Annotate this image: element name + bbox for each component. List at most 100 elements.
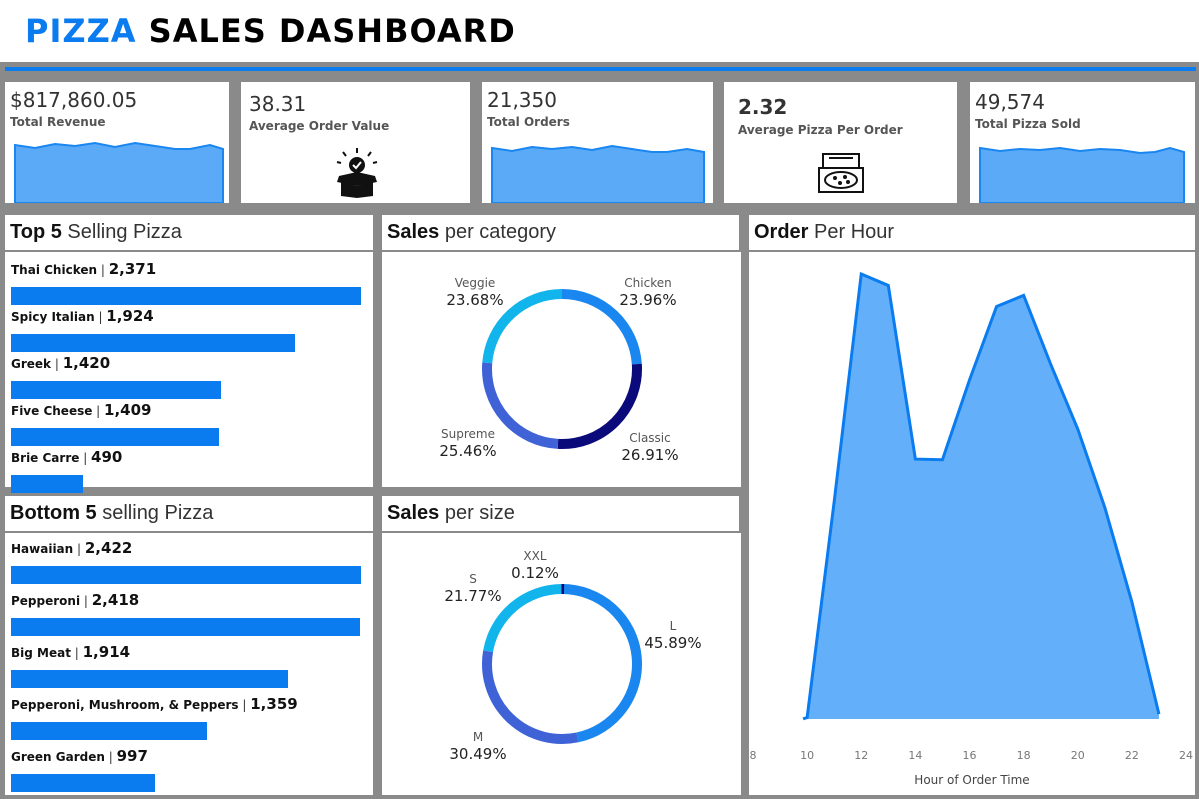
data-point[interactable] [1101, 503, 1109, 511]
bar-label: Hawaiian | 2,422 [11, 539, 133, 557]
kpi-value: 38.31 [249, 92, 307, 116]
slice-percent-label: 21.77% [444, 587, 501, 605]
data-point[interactable] [911, 455, 919, 463]
pizza-quantity: 2,418 [91, 591, 140, 609]
donut-slice-m[interactable] [482, 650, 579, 744]
bar[interactable] [11, 722, 207, 740]
data-point[interactable] [1047, 360, 1055, 368]
bar-label: Thai Chicken | 2,371 [11, 260, 157, 278]
x-tick-label: 22 [1125, 749, 1139, 762]
pizza-name: Pepperoni, Mushroom, & Peppers [11, 698, 239, 712]
kpi-card-avg-order-value: 38.31 Average Order Value [241, 82, 470, 203]
bar[interactable] [11, 287, 361, 305]
sparkline [979, 146, 1185, 203]
kpi-label: Average Pizza Per Order [738, 123, 903, 137]
bar[interactable] [11, 670, 288, 688]
x-axis-title: Hour of Order Time [914, 773, 1029, 787]
slice-percent-label: 23.68% [446, 291, 503, 309]
bar[interactable] [11, 428, 219, 446]
slice-name-label: Chicken [624, 276, 671, 290]
bar[interactable] [11, 774, 155, 792]
x-tick-label: 8 [750, 749, 757, 762]
category-donut-chart: Chicken23.96% Classic26.91% Supreme25.46% V… [439, 276, 678, 464]
bar-label: Greek | 1,420 [11, 354, 111, 372]
box-check-icon [336, 148, 378, 198]
bar-label: Five Cheese | 1,409 [11, 401, 152, 419]
pizza-quantity: 2,422 [84, 539, 133, 557]
data-point[interactable] [1128, 598, 1136, 606]
bottom5-header: Bottom 5 selling Pizza [5, 496, 373, 531]
bar-label: Big Meat | 1,914 [11, 643, 131, 661]
hourly-header: Order Per Hour [749, 215, 1195, 250]
x-tick-label: 16 [963, 749, 977, 762]
bar[interactable] [11, 566, 361, 584]
kpi-card-total-pizza-sold: 49,574 Total Pizza Sold [970, 82, 1195, 203]
donut-slice-l[interactable] [561, 584, 642, 743]
size-panel: L 45.89% M 30.49% S 21.77% XXL 0.12% [382, 533, 741, 795]
slice-name-label: XXL [523, 549, 546, 563]
category-header: Sales per category [382, 215, 739, 250]
pizza-quantity: 490 [91, 448, 123, 466]
pizza-quantity: 1,420 [62, 354, 111, 372]
dashboard-title: PIZZA SALES DASHBOARD [25, 12, 516, 50]
slice-percent-label: 0.12% [511, 564, 559, 582]
x-tick-label: 14 [908, 749, 922, 762]
bar[interactable] [11, 334, 295, 352]
data-point[interactable] [1074, 425, 1082, 433]
data-point[interactable] [1020, 291, 1028, 299]
pizza-name: Pepperoni [11, 594, 81, 608]
size-header: Sales per size [382, 496, 739, 531]
slice-name-label: L [670, 619, 677, 633]
slice-name-label: M [473, 730, 483, 744]
pizza-name: Greek [11, 357, 52, 371]
hourly-area-chart: 8 10 12 14 16 18 20 22 24 Hour of Order Time [750, 270, 1193, 787]
pizza-quantity: 1,924 [106, 307, 154, 325]
category-panel: Chicken 23.96% Classic 26.91% Supreme 25.46% V… [382, 252, 741, 487]
x-tick-label: 24 [1179, 749, 1193, 762]
area-fill [803, 274, 1159, 719]
data-point[interactable] [884, 281, 892, 289]
kpi-label: Average Order Value [249, 119, 390, 133]
slice-percent-label: 23.96% [619, 291, 676, 309]
pizza-box-icon [818, 153, 864, 193]
data-point[interactable] [1155, 710, 1163, 718]
data-point[interactable] [938, 456, 946, 464]
x-tick-label: 10 [800, 749, 814, 762]
x-tick-label: 12 [854, 749, 868, 762]
bar-label: Green Garden | 997 [11, 747, 148, 765]
top5-header: Top 5 Selling Pizza [5, 215, 373, 250]
bar-label: Pepperoni | 2,418 [11, 591, 140, 609]
slice-name-label: Classic [629, 431, 671, 445]
slice-name-label: Veggie [455, 276, 496, 290]
bar[interactable] [11, 618, 360, 636]
bar[interactable] [11, 381, 221, 399]
kpi-card-total-revenue: $817,860.05 Total Revenue [5, 82, 229, 203]
slice-name-label: Supreme [441, 427, 495, 441]
bottom5-panel: Hawaiian | 2,422 Pepperoni | 2,418 Big Mea… [5, 533, 373, 795]
kpi-card-avg-pizza-per-order: 2.32 Average Pizza Per Order [724, 82, 957, 203]
pizza-name: Thai Chicken [11, 263, 98, 277]
data-point[interactable] [830, 498, 838, 506]
pizza-name: Green Garden [11, 750, 105, 764]
slice-name-label: S [469, 572, 477, 586]
x-tick-label: 18 [1017, 749, 1031, 762]
donut-slice-classic[interactable] [557, 363, 642, 449]
bar[interactable] [11, 475, 83, 493]
pizza-name: Five Cheese [11, 404, 93, 418]
data-point[interactable] [966, 376, 974, 384]
pizza-quantity: 1,359 [250, 695, 298, 713]
top5-panel: Thai Chicken | 2,371 Spicy Italian | 1,92… [5, 252, 373, 493]
data-point[interactable] [857, 270, 865, 278]
slice-percent-label: 45.89% [644, 634, 701, 652]
data-point[interactable] [803, 714, 811, 722]
donut-slice-supreme[interactable] [482, 362, 559, 449]
sparkline [14, 141, 224, 203]
bar-label: Brie Carre | 490 [11, 448, 123, 466]
title-divider [5, 67, 1196, 71]
pizza-quantity: 2,371 [108, 260, 157, 278]
data-point[interactable] [993, 302, 1001, 310]
slice-percent-label: 26.91% [621, 446, 678, 464]
hourly-panel: 8 10 12 14 16 18 20 22 24 Hour of Order Time [749, 252, 1195, 795]
pizza-quantity: 1,409 [104, 401, 152, 419]
pizza-quantity: 1,914 [82, 643, 131, 661]
